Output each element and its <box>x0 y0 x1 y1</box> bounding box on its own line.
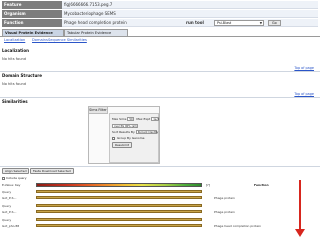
hit-label-5: Query <box>2 218 12 222</box>
query-bar-2 <box>36 204 202 207</box>
domain-title: Domain Structure <box>2 73 42 78</box>
max-sims-label: Max Sims <box>112 117 127 121</box>
function-column-label: Function <box>254 183 269 187</box>
red-arrow-shaft <box>299 180 301 230</box>
sims-filter-title: Sims Filter <box>89 107 108 114</box>
hit-label-3: Query <box>2 204 12 208</box>
sims-filter-form: Max Sims 50 Max Expt 1e-5 over PG 90% (a… <box>109 113 160 163</box>
hit-description-2: Phage protein <box>214 210 235 214</box>
evalue-key-bar <box>36 183 202 187</box>
query-bar-3 <box>36 218 202 221</box>
organism-label: Organism <box>2 10 62 18</box>
max-expect-label: Max Expt <box>136 117 151 121</box>
subnav-localization[interactable]: Localization <box>4 38 25 42</box>
function-label: Function <box>2 19 62 27</box>
divider-2 <box>0 97 320 98</box>
tab-tabular-protein-evidence[interactable]: Tabular Protein Evidence <box>64 29 128 36</box>
subnav-domains[interactable]: Domains <box>32 38 48 42</box>
hit-bar-3[interactable] <box>36 224 202 227</box>
organism-value: Mycobacteriophage SEMS <box>62 10 318 18</box>
sort-select[interactable]: Percent Identity <box>135 130 158 134</box>
similarities-title: Similarities <box>2 99 28 104</box>
feature-value: fig|6666666.7153.peg.7 <box>62 1 318 9</box>
hit-bar-1[interactable] <box>36 196 202 199</box>
top-of-page-link-2[interactable]: Top of page <box>294 92 314 96</box>
hit-description-1: Phage protein <box>214 196 235 200</box>
group-by-genome-checkbox[interactable] <box>112 136 115 140</box>
sims-filter-panel: Sims Filter Max Sims 50 Max Expt 1e-5 ov… <box>88 106 160 164</box>
max-expect-input[interactable]: 1e-5 <box>151 117 160 121</box>
top-of-page-link-1[interactable]: Top of page <box>294 66 314 70</box>
fasta-download-button[interactable]: Fasta Download Selected <box>30 168 74 174</box>
tab-visual-protein-evidence[interactable]: Visual Protein Evidence <box>2 29 64 36</box>
feature-label: Feature <box>2 1 62 9</box>
align-selected-button[interactable]: Align Selected <box>2 168 30 174</box>
hit-label-4: Got_P-S... <box>2 210 17 214</box>
max-sims-input[interactable]: 50 <box>127 117 135 121</box>
include-query-label: Include query <box>6 176 27 180</box>
identity-row: over PG 90% (all) <box>112 124 138 128</box>
max-sims-row: Max Sims 50 Max Expt 1e-5 <box>112 117 160 121</box>
query-bar-1 <box>36 190 202 193</box>
run-tool-value: Psi-Blast <box>217 20 232 25</box>
hit-bar-2[interactable] <box>36 210 202 213</box>
run-tool-label: run tool <box>186 20 204 25</box>
chevron-down-icon: ▼ <box>259 20 262 25</box>
domain-text: No hits found <box>2 82 27 86</box>
go-button[interactable]: Go <box>268 19 281 26</box>
tab-underline <box>0 36 320 37</box>
hit-label-0: E-Value: Key <box>2 183 21 187</box>
hit-label-6: Got_pho.88 <box>2 224 20 228</box>
hit-label-2: Got_P-S... <box>2 196 17 200</box>
include-query-row: Include query <box>2 176 27 180</box>
identity-select[interactable]: over PG 90% (all) <box>112 124 138 128</box>
localization-title: Localization <box>2 48 30 53</box>
resubmit-button[interactable]: Resubmit <box>112 142 133 148</box>
run-tool-select[interactable]: Psi-Blast ▼ <box>214 19 264 26</box>
subnav-sequence-similarities[interactable]: Sequence Similarities <box>48 38 87 42</box>
hit-label-1: Query <box>2 190 12 194</box>
sort-label: Sort Results By <box>112 130 135 134</box>
localization-text: No hits found <box>2 57 27 61</box>
divider-1 <box>0 71 320 72</box>
evalue-key-marker: [?] <box>206 183 210 187</box>
divider-3 <box>0 166 320 167</box>
include-query-checkbox[interactable] <box>2 176 5 180</box>
group-row: Group By Genome <box>112 136 145 140</box>
group-by-genome-label: Group By Genome <box>116 136 145 140</box>
sort-row: Sort Results By Percent Identity <box>112 130 158 134</box>
red-arrow-head-icon <box>295 229 305 237</box>
hit-description-3: Phage head completion protein <box>214 224 262 228</box>
